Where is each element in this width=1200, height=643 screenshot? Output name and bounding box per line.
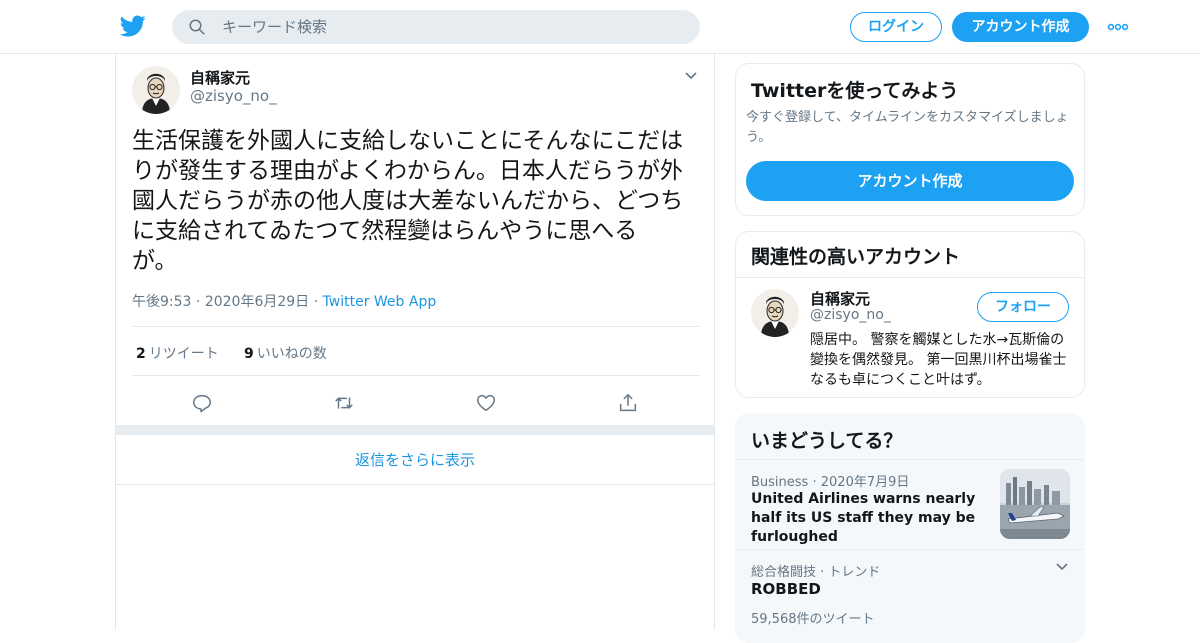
- show-more-replies-link[interactable]: 返信をさらに表示: [116, 435, 714, 485]
- trend-item-meta: Business · 2020年7月9日: [751, 471, 909, 490]
- trend-item-headline[interactable]: United Airlines warns nearly half its US…: [751, 490, 991, 547]
- trend-category: Business: [751, 475, 809, 490]
- search-icon: [189, 19, 205, 35]
- tweet-time[interactable]: 午後9:53: [132, 294, 191, 310]
- signup-button[interactable]: アカウント作成: [952, 12, 1089, 42]
- retweet-count: 2: [136, 346, 146, 362]
- search-input[interactable]: [222, 18, 662, 36]
- tweet-column: 自稱家元 @zisyo_no_ 生活保護を外國人に支給しないことにそんなにこだは…: [115, 54, 715, 630]
- author-avatar-image: [132, 66, 180, 114]
- trend-item-tweet-count: 59,568件のツイート: [751, 612, 875, 627]
- login-button[interactable]: ログイン: [850, 12, 942, 42]
- search-bar: [172, 10, 700, 44]
- tweet-stats: 2 リツイート 9 いいねの数: [132, 326, 700, 376]
- signup-card-description: 今すぐ登録して、タイムラインをカスタマイズしましょう。: [746, 110, 1069, 145]
- like-stat[interactable]: 9 いいねの数: [244, 343, 327, 363]
- trends-title: いまどうしてる？: [751, 430, 903, 452]
- card-divider: [736, 549, 1084, 550]
- meta-separator: ·: [812, 475, 817, 490]
- share-icon[interactable]: [617, 392, 639, 414]
- chevron-down-icon[interactable]: [1055, 562, 1069, 572]
- card-divider: [736, 277, 1084, 278]
- related-accounts-card: 関連性の高いアカウント 自稱家元 @zisyo_no_ フォロー 隠居中。 警察…: [735, 231, 1085, 398]
- related-avatar-image: [751, 289, 799, 337]
- trend-item-thumbnail[interactable]: [1000, 469, 1070, 539]
- related-account-handle[interactable]: @zisyo_no_: [810, 307, 891, 323]
- like-count: 9: [244, 346, 254, 362]
- related-account-bio: 隠居中。 警察を觸媒とした水→瓦斯倫の變換を偶然發見。 第一回黒川杯出場雀士なる…: [810, 332, 1067, 388]
- more-options-icon[interactable]: [1107, 20, 1129, 34]
- signup-card: Twitterを使ってみよう 今すぐ登録して、タイムラインをカスタマイズしましょ…: [735, 63, 1085, 216]
- signup-card-title: Twitterを使ってみよう: [751, 80, 959, 102]
- trend-date: 2020年7月9日: [820, 475, 910, 490]
- top-navigation-bar: ログイン アカウント作成: [0, 0, 1200, 54]
- author-name[interactable]: 自稱家元: [190, 67, 250, 88]
- section-divider: [116, 425, 714, 435]
- chevron-down-icon[interactable]: [684, 71, 698, 81]
- city-airplane-thumbnail: [1000, 469, 1070, 539]
- follow-button[interactable]: フォロー: [977, 292, 1069, 322]
- retweet-stat[interactable]: 2 リツイート: [136, 343, 219, 363]
- tweet-metadata: 午後9:53 · 2020年6月29日 · Twitter Web App: [132, 291, 436, 311]
- trend-item-title[interactable]: ROBBED: [751, 580, 821, 598]
- trends-card: いまどうしてる？ Business · 2020年7月9日 United Air…: [735, 413, 1085, 643]
- twitter-logo-icon[interactable]: [120, 13, 146, 39]
- signup-card-button[interactable]: アカウント作成: [746, 161, 1074, 201]
- trend-item-category: 総合格闘技 · トレンド: [751, 565, 881, 580]
- author-handle[interactable]: @zisyo_no_: [190, 87, 277, 105]
- related-account-avatar[interactable]: [751, 289, 799, 337]
- tweet-date[interactable]: 2020年6月29日: [205, 294, 309, 310]
- retweet-label: リツイート: [148, 346, 219, 362]
- like-label: いいねの数: [256, 346, 327, 362]
- like-heart-icon[interactable]: [475, 392, 497, 414]
- tweet-source-link[interactable]: Twitter Web App: [323, 294, 437, 310]
- tweet-text: 生活保護を外國人に支給しないことにそんなにこだは りが發生する理由がよくわからん…: [132, 128, 684, 274]
- meta-separator: ·: [313, 294, 319, 310]
- related-account-name[interactable]: 自稱家元: [810, 288, 870, 309]
- card-divider: [736, 459, 1084, 460]
- meta-separator: ·: [195, 294, 201, 310]
- author-avatar[interactable]: [132, 66, 180, 114]
- reply-icon[interactable]: [191, 392, 213, 414]
- retweet-icon[interactable]: [333, 392, 355, 414]
- related-accounts-title: 関連性の高いアカウント: [751, 246, 961, 268]
